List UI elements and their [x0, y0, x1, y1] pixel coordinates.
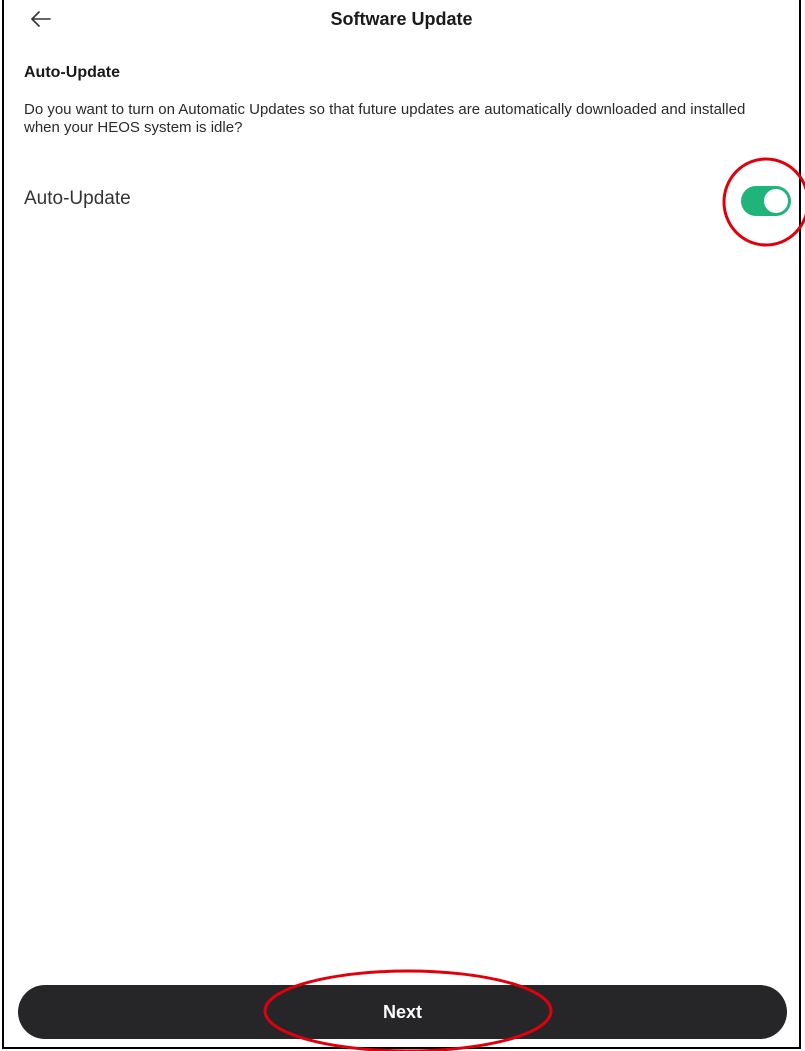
auto-update-row: Auto-Update: [4, 176, 799, 222]
toggle-knob: [764, 189, 788, 213]
app-screen: Software Update Auto-Update Do you want …: [2, 0, 801, 1049]
page-title: Software Update: [330, 9, 473, 29]
header: Software Update: [4, 0, 799, 40]
auto-update-label: Auto-Update: [24, 188, 131, 209]
next-button[interactable]: Next: [18, 985, 787, 1039]
section-title: Auto-Update: [24, 64, 120, 81]
section-description: Do you want to turn on Automatic Updates…: [24, 101, 746, 136]
auto-update-toggle[interactable]: [741, 186, 791, 216]
